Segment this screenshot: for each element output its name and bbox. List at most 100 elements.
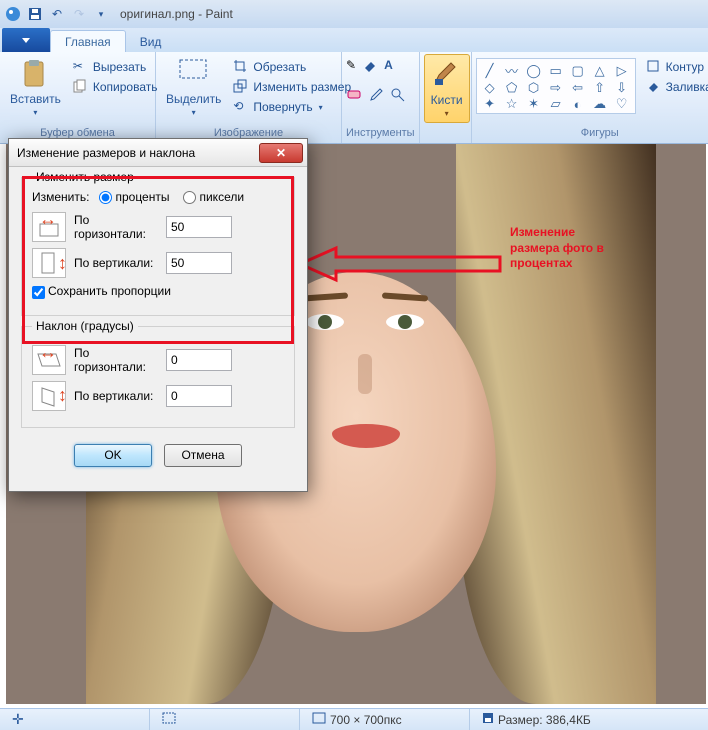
- filesize-icon: [482, 712, 494, 727]
- chevron-down-icon: ▾: [192, 108, 196, 117]
- scissors-icon: ✂: [73, 59, 89, 75]
- undo-icon[interactable]: ↶: [48, 5, 66, 23]
- redo-icon[interactable]: ↷: [70, 5, 88, 23]
- paste-button[interactable]: Вставить ▾: [4, 54, 67, 121]
- status-bar: ✛ 700 × 700пкс Размер: 386,4КБ: [0, 708, 708, 730]
- chevron-down-icon: ▾: [33, 108, 37, 117]
- shape-hexagon-icon[interactable]: ⬡: [528, 80, 539, 96]
- dialog-close-button[interactable]: ✕: [259, 143, 303, 163]
- shape-star4-icon[interactable]: ✦: [484, 96, 495, 112]
- shape-curve-icon[interactable]: 〰: [505, 61, 518, 80]
- group-brushes: Кисти ▾: [420, 52, 472, 143]
- brushes-button[interactable]: Кисти ▾: [424, 54, 470, 123]
- tab-home[interactable]: Главная: [50, 30, 126, 52]
- paste-label: Вставить: [10, 92, 61, 106]
- fill-icon: [646, 79, 662, 95]
- group-tools-label: Инструменты: [346, 127, 415, 141]
- canvas-size-icon: [312, 712, 326, 727]
- shape-arrow-right-icon[interactable]: ⇨: [550, 80, 561, 96]
- shape-star6-icon[interactable]: ✶: [528, 96, 539, 112]
- canvas-dimensions: 700 × 700пкс: [330, 713, 402, 727]
- qat-dropdown-icon[interactable]: ▾: [92, 5, 110, 23]
- cut-label: Вырезать: [93, 60, 146, 74]
- window-title: оригинал.png - Paint: [120, 7, 233, 21]
- skew-horizontal-icon: ↔: [32, 345, 66, 375]
- select-button[interactable]: Выделить ▾: [160, 54, 227, 121]
- skew-vertical-label: По вертикали:: [74, 389, 158, 403]
- dialog-titlebar[interactable]: Изменение размеров и наклона ✕: [9, 139, 307, 167]
- group-shapes-label: Фигуры: [476, 127, 708, 141]
- brush-icon: [431, 59, 463, 91]
- eraser-tool-icon[interactable]: [346, 87, 362, 106]
- shape-triangle-icon[interactable]: ▷: [617, 63, 627, 79]
- shape-callout-oval-icon[interactable]: ◐: [574, 97, 582, 112]
- shapes-gallery[interactable]: ╱ 〰 ◯ ▭ ▢ △ ▷ ◇ ⬠ ⬡ ⇨ ⇦ ⇧ ⇩ ✦ ☆ ✶ ▱ ◐ ☁ ♡: [476, 58, 636, 114]
- skew-vertical-input[interactable]: [166, 385, 232, 407]
- copy-button[interactable]: Копировать: [71, 78, 160, 96]
- crop-icon: [233, 59, 249, 75]
- resize-label: Изменить размер: [253, 80, 351, 94]
- shape-oval-icon[interactable]: ◯: [526, 63, 541, 79]
- select-icon: [178, 58, 210, 90]
- annotation-highlight-box: [22, 176, 294, 344]
- shape-callout-cloud-icon[interactable]: ☁: [593, 96, 606, 112]
- shape-arrow-down-icon[interactable]: ⇩: [616, 80, 627, 96]
- text-tool-icon[interactable]: A: [384, 58, 393, 77]
- outline-icon: [646, 59, 662, 75]
- rotate-button[interactable]: ⟲ Повернуть ▾: [231, 98, 353, 116]
- group-image: Выделить ▾ Обрезать Изменить размер ⟲Пов…: [156, 52, 342, 143]
- fill-label: Заливка: [666, 80, 708, 94]
- cut-button[interactable]: ✂ Вырезать: [71, 58, 160, 76]
- paint-app-icon: [4, 5, 22, 23]
- shape-fill-button[interactable]: Заливка▾: [644, 78, 708, 96]
- shape-arrow-up-icon[interactable]: ⇧: [594, 80, 605, 96]
- resize-button[interactable]: Изменить размер: [231, 78, 353, 96]
- shape-outline-button[interactable]: Контур▾: [644, 58, 708, 76]
- skew-horizontal-label: По горизонтали:: [74, 346, 158, 374]
- magnifier-tool-icon[interactable]: [390, 87, 406, 106]
- shape-line-icon[interactable]: ╱: [486, 63, 494, 79]
- crop-button[interactable]: Обрезать: [231, 58, 353, 76]
- tab-view[interactable]: Вид: [126, 31, 176, 52]
- file-menu-button[interactable]: [2, 28, 50, 52]
- outline-label: Контур: [666, 60, 704, 74]
- selection-size-icon: [162, 712, 176, 727]
- select-label: Выделить: [166, 92, 221, 106]
- crop-label: Обрезать: [253, 60, 306, 74]
- dialog-title: Изменение размеров и наклона: [17, 146, 195, 160]
- group-tools: ✎ A Инструменты: [342, 52, 420, 143]
- chevron-down-icon: ▾: [319, 103, 323, 112]
- shape-roundrect-icon[interactable]: ▢: [571, 63, 583, 79]
- ribbon-tab-row: Главная Вид: [0, 28, 708, 52]
- ok-button[interactable]: OK: [74, 444, 152, 467]
- pencil-tool-icon[interactable]: ✎: [346, 58, 356, 77]
- skew-vertical-icon: ↕: [32, 381, 66, 411]
- rotate-icon: ⟲: [233, 99, 249, 115]
- ribbon: Вставить ▾ ✂Вырезать Копировать Буфер об…: [0, 52, 708, 144]
- skew-horizontal-input[interactable]: [166, 349, 232, 371]
- picker-tool-icon[interactable]: [368, 87, 384, 106]
- shape-heart-icon[interactable]: ♡: [616, 96, 628, 112]
- chevron-down-icon: ▾: [445, 109, 449, 118]
- resize-icon: [233, 79, 249, 95]
- shape-arrow-left-icon[interactable]: ⇦: [572, 80, 583, 96]
- shape-diamond-icon[interactable]: ◇: [485, 80, 495, 96]
- shape-star5-icon[interactable]: ☆: [506, 96, 518, 112]
- save-icon[interactable]: [26, 5, 44, 23]
- shape-pentagon-icon[interactable]: ⬠: [506, 80, 517, 96]
- file-size: Размер: 386,4КБ: [498, 713, 591, 727]
- shape-callout-rect-icon[interactable]: ▱: [551, 96, 561, 112]
- annotation-text: Изменение размера фото в процентах: [510, 225, 604, 272]
- copy-label: Копировать: [93, 80, 158, 94]
- copy-icon: [73, 79, 89, 95]
- shape-rect-icon[interactable]: ▭: [549, 63, 561, 79]
- close-icon: ✕: [276, 146, 286, 160]
- group-clipboard: Вставить ▾ ✂Вырезать Копировать Буфер об…: [0, 52, 156, 143]
- rotate-label: Повернуть: [253, 100, 312, 114]
- annotation-arrow: [300, 244, 510, 284]
- fill-tool-icon[interactable]: [362, 58, 378, 77]
- cancel-button[interactable]: Отмена: [164, 444, 242, 467]
- window-titlebar: ↶ ↷ ▾ оригинал.png - Paint: [0, 0, 708, 28]
- shape-polygon-icon[interactable]: △: [595, 63, 605, 79]
- cursor-position-icon: ✛: [12, 711, 24, 728]
